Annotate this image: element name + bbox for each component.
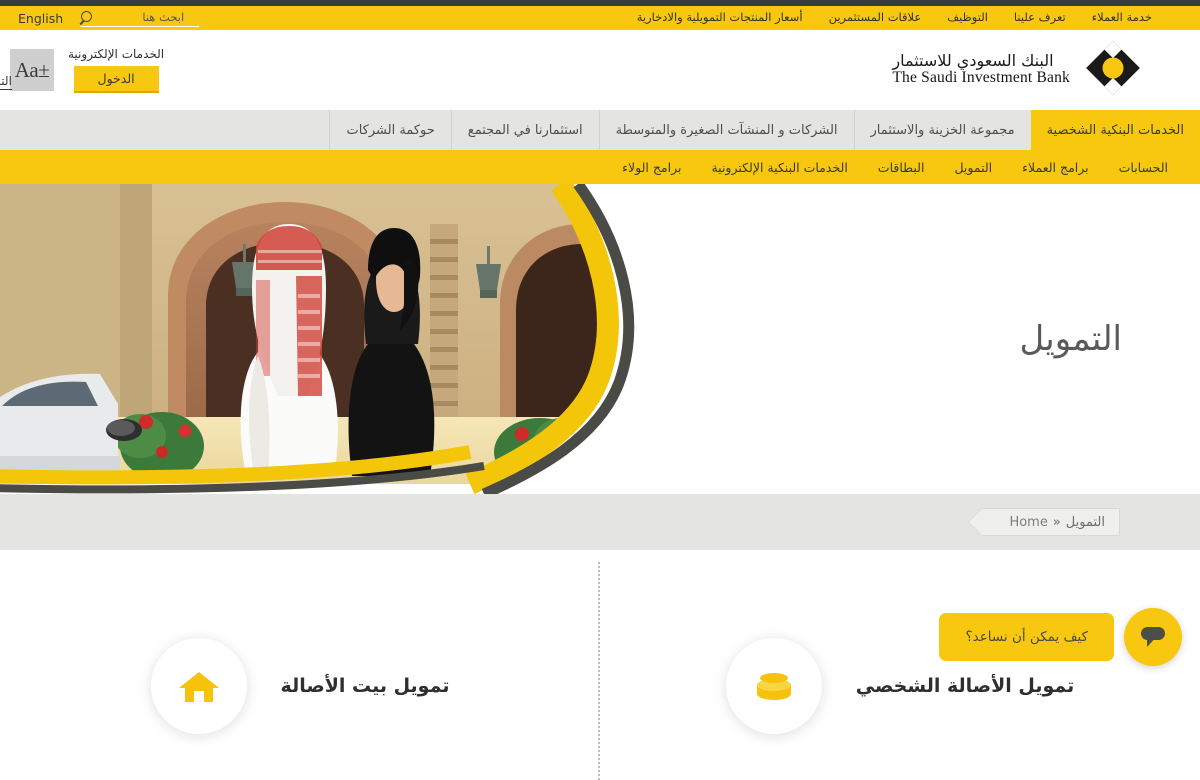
nav-item-corporate-sme[interactable]: الشركات و المنشآت الصغيرة والمتوسطة: [598, 110, 854, 150]
sub-navigation: الحسابات برامج العملاء التمويل البطاقات …: [0, 150, 1200, 184]
eservices-label: الخدمات الإلكترونية: [68, 47, 165, 61]
subnav-item-customer-programs[interactable]: برامج العملاء: [1022, 160, 1088, 175]
logo-arabic-text: البنك السعودي للاستثمار: [892, 51, 1054, 71]
utility-link-investor-relations[interactable]: علاقات المستثمرين: [829, 12, 922, 24]
login-button[interactable]: الدخول: [73, 66, 159, 93]
main-navigation: الخدمات البنكية الشخصية مجموعة الخزينة و…: [0, 110, 1200, 150]
subnav-item-cards[interactable]: البطاقات: [878, 160, 925, 175]
bank-logo[interactable]: البنك السعودي للاستثمار The Saudi Invest…: [892, 39, 1142, 101]
hero-banner: التمويل: [0, 184, 1200, 494]
card-title: تمويل بيت الأصالة: [280, 675, 450, 697]
subnav-item-financing[interactable]: التمويل: [954, 160, 992, 175]
font-size-button[interactable]: Aa±: [10, 49, 54, 91]
utility-bar: خدمة العملاء تعرف علينا التوظيف علاقات ا…: [0, 6, 1200, 30]
header-tools: Aa± الخدمات الإلكترونية الدخول: [0, 47, 164, 93]
breadcrumb-current: التمويل: [1065, 514, 1105, 530]
search-input[interactable]: [98, 9, 185, 24]
nav-item-treasury-investment[interactable]: مجموعة الخزينة والاستثمار: [853, 110, 1031, 150]
card-title: تمويل الأصالة الشخصي: [855, 675, 1075, 697]
card-home-financing[interactable]: تمويل بيت الأصالة: [0, 602, 600, 742]
house-icon: [150, 638, 247, 734]
eservices-block: الخدمات الإلكترونية الدخول: [68, 47, 164, 93]
nav-item-community-investment[interactable]: استثمارنا في المجتمع: [450, 110, 599, 150]
site-header: البنك السعودي للاستثمار The Saudi Invest…: [0, 30, 1200, 110]
coins-icon: [725, 638, 822, 734]
breadcrumb-separator: «: [1052, 514, 1061, 530]
utility-links: خدمة العملاء تعرف علينا التوظيف علاقات ا…: [637, 12, 1152, 24]
utility-link-about-us[interactable]: تعرف علينا: [1014, 12, 1066, 24]
chat-prompt-button[interactable]: كيف يمكن أن نساعد؟: [939, 613, 1114, 661]
logo-wordmark: البنك السعودي للاستثمار The Saudi Invest…: [892, 53, 1070, 86]
nav-item-corporate-governance[interactable]: حوكمة الشركات: [329, 110, 450, 150]
utility-link-careers[interactable]: التوظيف: [947, 12, 988, 24]
subnav-item-loyalty-programs[interactable]: برامج الولاء: [622, 160, 681, 175]
edge-cutoff-link[interactable]: التس: [0, 74, 12, 90]
subnav-item-accounts[interactable]: الحسابات: [1119, 160, 1168, 175]
diamond-logo-icon: [1084, 39, 1142, 101]
hero-image: [0, 184, 700, 494]
subnav-item-ebanking[interactable]: الخدمات البنكية الإلكترونية: [711, 160, 847, 175]
language-switch-link[interactable]: English: [18, 11, 63, 26]
chat-bubble-icon[interactable]: [1124, 608, 1182, 666]
search-icon[interactable]: [81, 11, 93, 22]
search-box[interactable]: [81, 9, 200, 27]
breadcrumb-band: التمويل « Home: [0, 494, 1200, 550]
utility-tools: English: [18, 9, 200, 27]
breadcrumb[interactable]: التمويل « Home: [968, 508, 1120, 536]
utility-link-product-rates[interactable]: أسعار المنتجات التمويلية والادخارية: [637, 12, 803, 24]
logo-english-text: The Saudi Investment Bank: [892, 69, 1070, 87]
chat-widget: كيف يمكن أن نساعد؟: [939, 608, 1182, 666]
hero-title: التمويل: [1019, 319, 1122, 359]
breadcrumb-home-link[interactable]: Home: [1009, 515, 1047, 530]
nav-item-personal-banking[interactable]: الخدمات البنكية الشخصية: [1030, 110, 1200, 150]
utility-link-customer-service[interactable]: خدمة العملاء: [1092, 12, 1152, 24]
